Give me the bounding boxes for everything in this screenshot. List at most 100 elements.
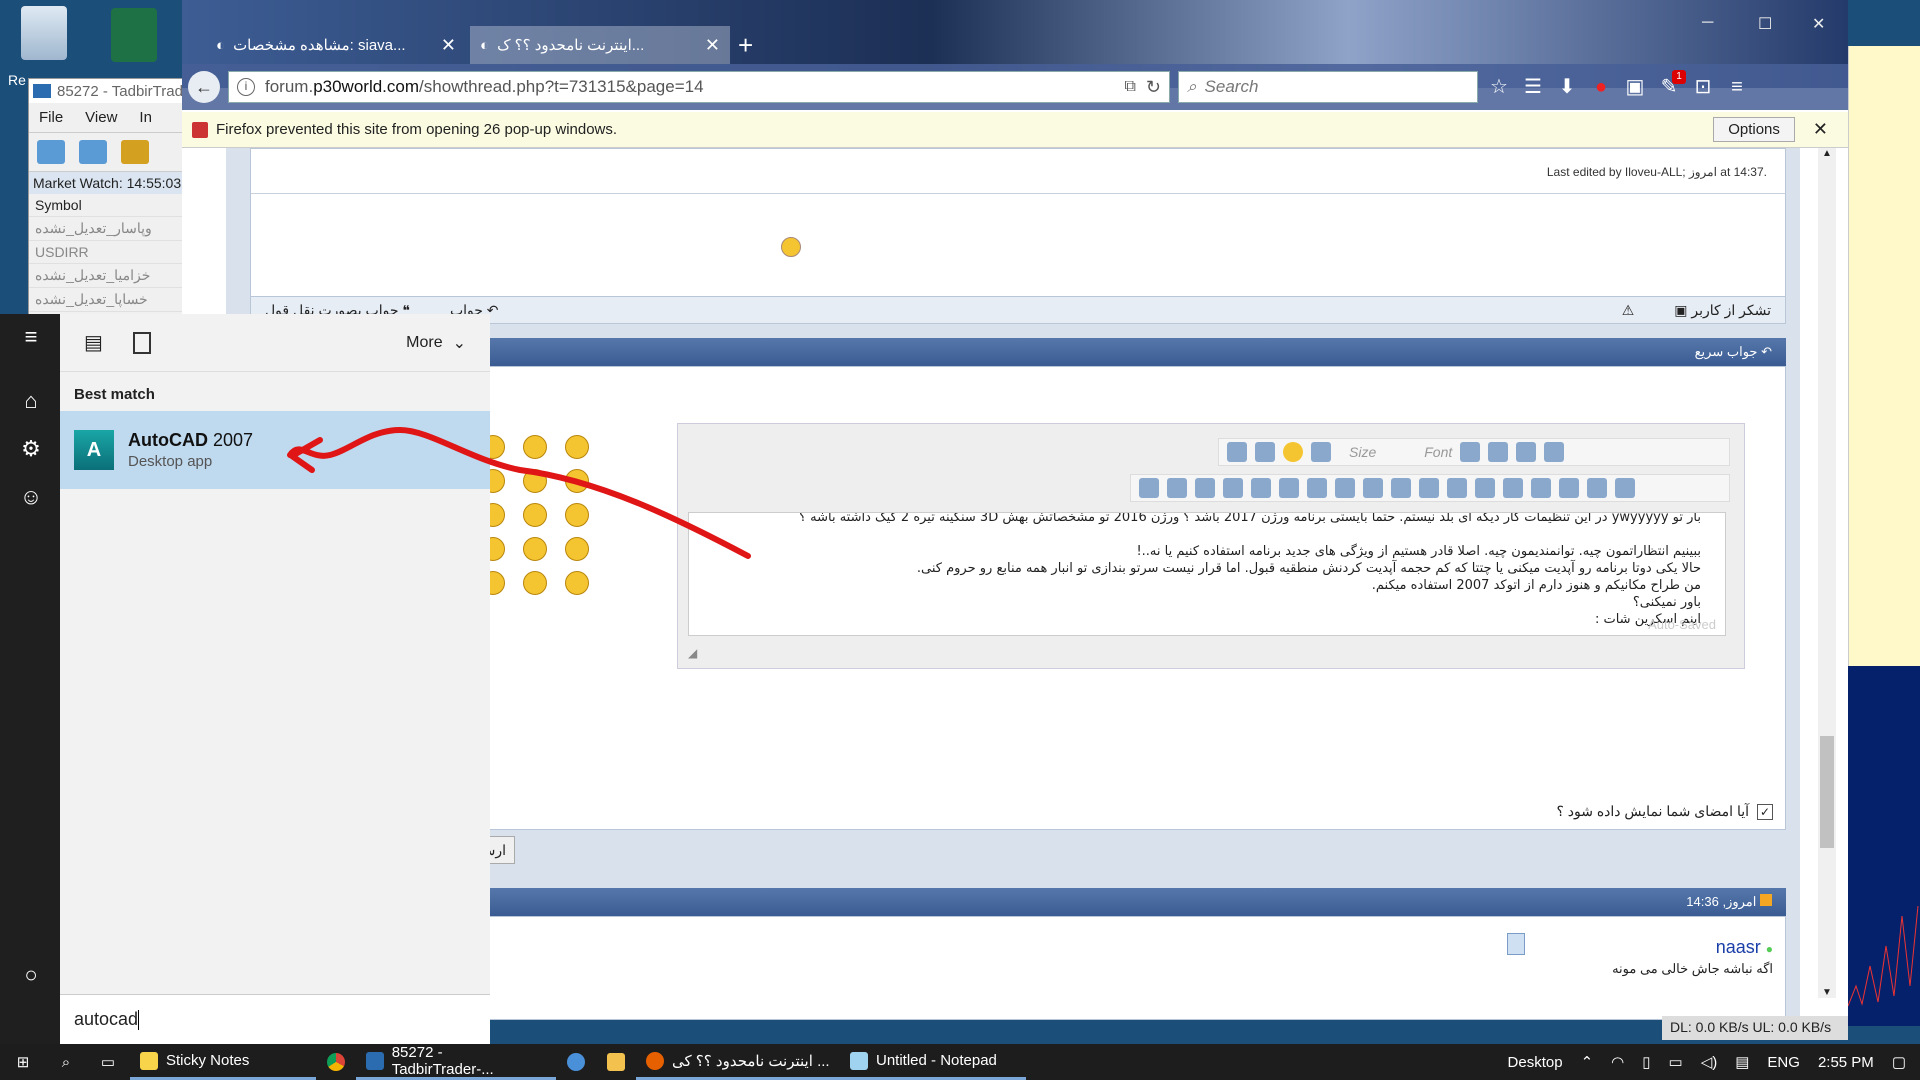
image-icon[interactable] (1279, 478, 1299, 498)
tab-close-icon[interactable]: ✕ (705, 35, 720, 56)
reading-list-icon[interactable]: ☰ (1520, 74, 1546, 100)
documents-filter-icon[interactable] (132, 331, 151, 354)
symbol-row[interactable]: USDIRR (29, 241, 187, 264)
post2-username[interactable]: ● naasr (1716, 937, 1773, 958)
page-scrollbar[interactable]: ▲ ▼ (1818, 148, 1836, 998)
popup-blocked-icon[interactable]: ⧉ (1124, 78, 1135, 96)
smiley-icon[interactable] (523, 571, 547, 595)
download-icon[interactable]: ⬇ (1554, 74, 1580, 100)
scroll-down-icon[interactable]: ▼ (1822, 987, 1832, 998)
extension-icon[interactable]: ⊡ (1690, 74, 1716, 100)
notifications-icon[interactable]: ▢ (1892, 1053, 1906, 1071)
desktop-toolbar[interactable]: Desktop (1508, 1054, 1563, 1071)
thanks-button[interactable]: تشکر از کاربر ▣ (1674, 302, 1771, 319)
link-icon[interactable] (1139, 478, 1159, 498)
maximize-icon[interactable]: ☐ (1758, 14, 1772, 34)
report-icon[interactable]: ⚠ (1622, 302, 1635, 319)
align-left-icon[interactable] (1475, 478, 1495, 498)
window-close-icon[interactable]: ✕ (1812, 14, 1825, 34)
tablet-icon[interactable]: ▯ (1642, 1053, 1650, 1071)
tab-close-icon[interactable]: ✕ (441, 35, 456, 56)
more-filters-button[interactable]: More ⌄ (406, 333, 466, 353)
tab-profile[interactable]: ◐ مشاهده مشخصات: siava... ✕ (206, 26, 466, 64)
underline-icon[interactable] (1559, 478, 1579, 498)
search-input[interactable]: autocad (60, 994, 490, 1044)
wifi-icon[interactable]: ◠ (1611, 1053, 1624, 1071)
new-tab-plus-icon[interactable]: + (738, 30, 753, 61)
network-app-icon[interactable] (556, 1044, 596, 1080)
tab-forum-thread[interactable]: ◐ اینترنت نامحدود ؟؟ ک... ✕ (470, 26, 730, 64)
feedback-icon[interactable]: ☺ (18, 484, 44, 510)
record-icon[interactable]: ● (1588, 74, 1614, 100)
highlight-icon[interactable] (1544, 442, 1565, 462)
tadbir-tool-portfolio-icon[interactable] (121, 140, 149, 164)
smiley-icon[interactable] (523, 503, 547, 527)
apps-filter-icon[interactable]: ▤ (84, 330, 103, 355)
scroll-up-icon[interactable]: ▲ (1822, 148, 1832, 159)
tadbir-title-bar[interactable]: 85272 - TadbirTrad (29, 79, 187, 103)
popup-close-icon[interactable]: ✕ (1813, 119, 1828, 140)
hamburger-menu-icon[interactable]: ≡ (1724, 74, 1750, 100)
addon-notification-icon[interactable]: ✎ 1 (1656, 70, 1686, 100)
popup-options-button[interactable]: Options (1713, 117, 1795, 142)
action-center-icon[interactable]: ▤ (1735, 1053, 1749, 1071)
volume-icon[interactable]: ◁) (1701, 1053, 1718, 1071)
battery-icon[interactable]: ▭ (1669, 1053, 1683, 1071)
hash-icon[interactable] (1195, 478, 1215, 498)
smiley-icon[interactable] (565, 571, 589, 595)
symbol-row[interactable]: خساپا_تعدیل_نشده (29, 288, 187, 312)
task-view-icon[interactable]: ▭ (86, 1044, 130, 1080)
indent-icon[interactable] (1391, 478, 1411, 498)
chevron-up-icon[interactable]: ⌃ (1581, 1053, 1594, 1071)
smiley-icon[interactable] (523, 469, 547, 493)
redo-icon[interactable] (1255, 442, 1275, 462)
smiley-icon[interactable] (523, 537, 547, 561)
smiley-icon[interactable] (523, 435, 547, 459)
minimize-icon[interactable]: ─ (1702, 14, 1713, 32)
home-icon[interactable]: ⌂ (18, 388, 44, 414)
smiley-icon[interactable] (565, 537, 589, 561)
numbered-list-icon[interactable] (1447, 478, 1467, 498)
size-dropdown[interactable]: Size (1349, 444, 1376, 460)
copy-icon[interactable] (1488, 442, 1509, 462)
taskbar-notepad[interactable]: Untitled - Notepad (840, 1044, 1026, 1080)
tadbir-menu-view[interactable]: View (85, 109, 117, 126)
reload-icon[interactable]: ↻ (1146, 77, 1161, 98)
symbol-row[interactable]: وپاسار_تعدیل_نشده (29, 217, 187, 241)
language-indicator[interactable]: ENG (1767, 1054, 1800, 1071)
paste-icon[interactable] (1460, 442, 1481, 462)
insert-smiley-icon[interactable] (1283, 442, 1303, 462)
tadbir-menu-insert[interactable]: In (139, 109, 152, 126)
resize-handle-icon[interactable]: ◢ (688, 646, 697, 660)
file-explorer-icon[interactable] (596, 1044, 636, 1080)
bullet-list-icon[interactable] (1419, 478, 1439, 498)
bookmark-star-icon[interactable]: ☆ (1486, 74, 1512, 100)
signature-checkbox[interactable]: ✓ (1757, 803, 1773, 820)
smiley-icon[interactable] (565, 469, 589, 493)
smiley-icon[interactable] (565, 503, 589, 527)
web-icon[interactable] (1335, 478, 1355, 498)
taskbar-firefox[interactable]: اینترنت نامحدود ؟؟ کی ... (636, 1044, 840, 1080)
excel-shortcut-icon[interactable] (104, 8, 164, 62)
cortana-icon[interactable]: ○ (18, 962, 44, 988)
reply-textarea[interactable]: بار تو ywyyyyy در این تنظیمات کار دیگه ا… (688, 512, 1726, 636)
unlink-icon[interactable] (1167, 478, 1187, 498)
windows-start-icon[interactable]: ⊞ (0, 1044, 46, 1080)
font-style-icon[interactable] (1311, 442, 1331, 462)
tadbir-tool-order-icon[interactable] (79, 140, 107, 164)
search-box[interactable]: ⌕ Search (1178, 71, 1478, 103)
video-icon[interactable] (1307, 478, 1327, 498)
recycle-bin-icon[interactable] (14, 6, 74, 60)
align-right-icon[interactable] (1531, 478, 1551, 498)
screenshot-icon[interactable]: ▣ (1622, 74, 1648, 100)
text-color-icon[interactable] (1516, 442, 1537, 462)
smiley-icon[interactable] (565, 435, 589, 459)
hamburger-icon[interactable]: ≡ (18, 324, 44, 350)
outdent-icon[interactable] (1363, 478, 1383, 498)
align-center-icon[interactable] (1503, 478, 1523, 498)
code-icon[interactable] (1251, 478, 1271, 498)
italic-icon[interactable] (1587, 478, 1607, 498)
bold-icon[interactable] (1615, 478, 1635, 498)
clock[interactable]: 2:55 PM (1818, 1054, 1874, 1071)
symbol-row[interactable]: خزامیا_تعدیل_نشده (29, 264, 187, 288)
